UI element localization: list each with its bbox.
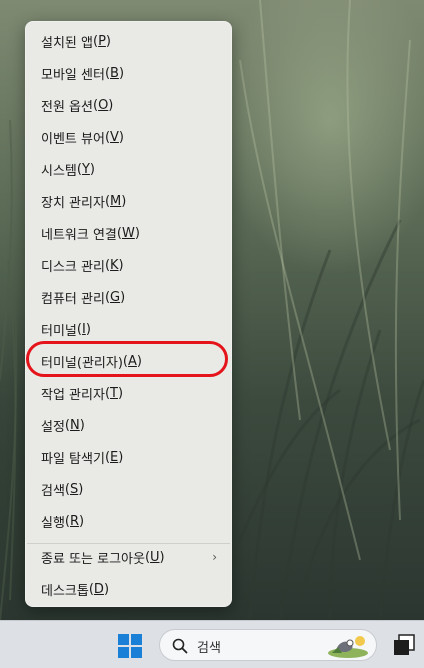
search-highlight-icon: [328, 636, 368, 658]
menu-item-shutdown-signout[interactable]: 종료 또는 로그아웃(U) ›: [26, 543, 231, 571]
menu-item-event-viewer[interactable]: 이벤트 뷰어(V): [26, 123, 231, 151]
terminal-app-icon[interactable]: [393, 634, 415, 656]
menu-item-terminal[interactable]: 터미널(I): [26, 315, 231, 343]
menu-item-search[interactable]: 검색(S): [26, 475, 231, 503]
menu-item-desktop[interactable]: 데스크톱(D): [26, 575, 231, 603]
taskbar-search-box[interactable]: 검색: [159, 629, 377, 661]
menu-item-computer-management[interactable]: 컴퓨터 관리(G): [26, 283, 231, 311]
chevron-right-icon: ›: [212, 550, 217, 564]
menu-item-power-options[interactable]: 전원 옵션(O): [26, 91, 231, 119]
windows-start-icon[interactable]: [118, 634, 142, 658]
menu-item-disk-management[interactable]: 디스크 관리(K): [26, 251, 231, 279]
menu-item-run[interactable]: 실행(R): [26, 507, 231, 535]
search-icon: [172, 638, 188, 654]
search-placeholder: 검색: [197, 641, 221, 656]
taskbar: 검색: [0, 620, 424, 668]
menu-item-task-manager[interactable]: 작업 관리자(T): [26, 379, 231, 407]
menu-item-system[interactable]: 시스템(Y): [26, 155, 231, 183]
menu-item-network-connections[interactable]: 네트워크 연결(W): [26, 219, 231, 247]
menu-item-installed-apps[interactable]: 설치된 앱(P): [26, 27, 231, 55]
menu-item-device-manager[interactable]: 장치 관리자(M): [26, 187, 231, 215]
power-user-context-menu: 설치된 앱(P) 모바일 센터(B) 전원 옵션(O) 이벤트 뷰어(V) 시스…: [25, 21, 232, 607]
menu-item-file-explorer[interactable]: 파일 탐색기(E): [26, 443, 231, 471]
menu-item-mobility-center[interactable]: 모바일 센터(B): [26, 59, 231, 87]
highlight-ring-terminal-admin: [26, 341, 228, 377]
menu-item-settings[interactable]: 설정(N): [26, 411, 231, 439]
